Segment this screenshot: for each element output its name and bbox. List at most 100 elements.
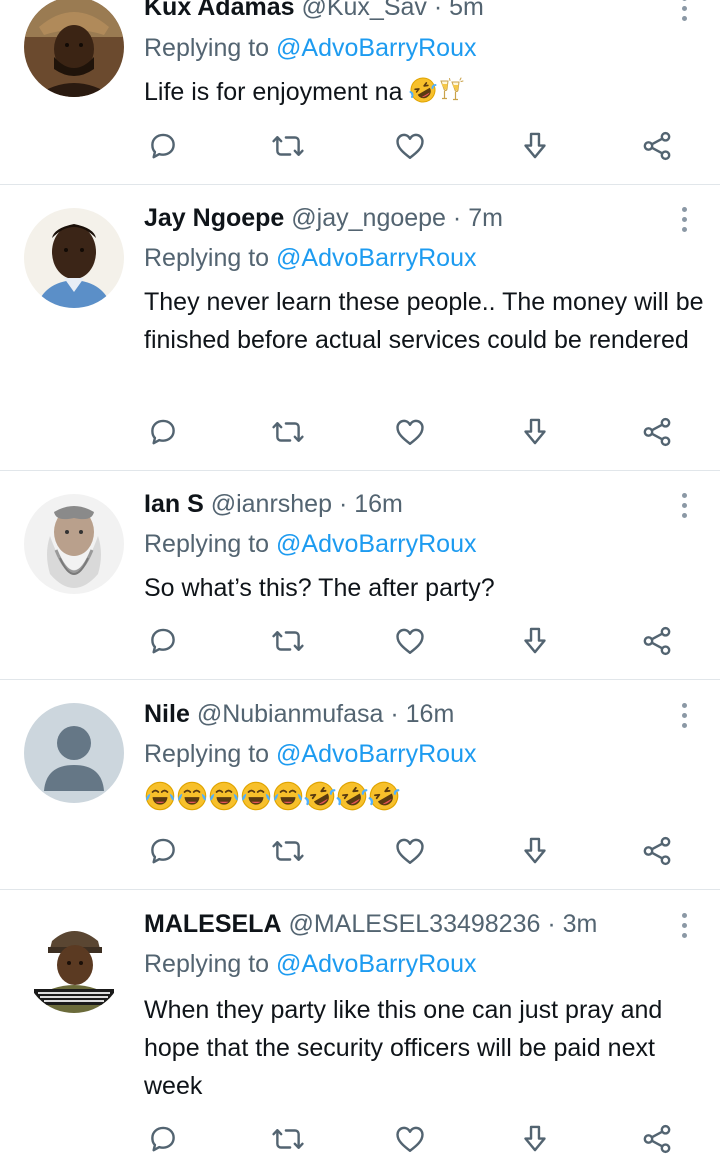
timestamp[interactable]: 3m [563, 910, 598, 938]
share-icon[interactable] [640, 1122, 674, 1156]
replying-to: Replying to @AdvoBarryRoux [144, 33, 476, 63]
avatar[interactable] [24, 0, 124, 97]
timestamp[interactable]: 5m [449, 0, 484, 21]
more-options-icon[interactable] [680, 493, 688, 521]
rolling-on-floor-laughing-emoji [304, 780, 336, 812]
share-icon[interactable] [640, 415, 674, 449]
action-bar [0, 624, 720, 660]
avatar[interactable] [24, 494, 124, 594]
author-name[interactable]: Kux Adamas [144, 0, 295, 21]
share-icon[interactable] [640, 129, 674, 163]
reply-icon[interactable] [146, 129, 180, 163]
download-icon[interactable] [518, 415, 552, 449]
tweet-header: Ian S @ianrshep · 16m [144, 489, 403, 519]
face-with-tears-of-joy-emoji [176, 780, 208, 812]
separator-dot: · [547, 910, 556, 938]
author-handle[interactable]: @Kux_Sav [301, 0, 426, 21]
action-bar [0, 129, 720, 165]
face-with-tears-of-joy-emoji [144, 780, 176, 812]
download-icon[interactable] [518, 129, 552, 163]
more-options-icon[interactable] [680, 703, 688, 731]
author-handle[interactable]: @jay_ngoepe [291, 204, 446, 232]
author-name[interactable]: Jay Ngoepe [144, 204, 284, 232]
separator-dot: · [452, 204, 462, 232]
tweet-header: Nile @Nubianmufasa · 16m [144, 699, 454, 729]
separator-dot: · [338, 490, 348, 518]
like-icon[interactable] [393, 129, 427, 163]
tweet-4[interactable]: Nile @Nubianmufasa · 16m Replying to @Ad… [0, 680, 720, 889]
action-bar [0, 1122, 720, 1158]
retweet-icon[interactable] [271, 834, 305, 868]
more-options-icon[interactable] [680, 0, 688, 24]
tweet-3[interactable]: Ian S @ianrshep · 16m Replying to @AdvoB… [0, 471, 720, 679]
rolling-on-floor-laughing-emoji [409, 76, 437, 104]
timestamp[interactable]: 16m [354, 490, 403, 518]
rolling-on-floor-laughing-emoji [336, 780, 368, 812]
like-icon[interactable] [393, 834, 427, 868]
replying-to-label: Replying to [144, 34, 270, 62]
action-bar [0, 834, 720, 870]
avatar[interactable] [24, 703, 124, 803]
download-icon[interactable] [518, 834, 552, 868]
author-handle[interactable]: @Nubianmufasa [197, 700, 384, 728]
replying-to: Replying to @AdvoBarryRoux [144, 949, 476, 979]
replying-to: Replying to @AdvoBarryRoux [144, 739, 476, 769]
author-handle[interactable]: @MALESEL33498236 [288, 910, 540, 938]
tweet-text: They never learn these people.. The mone… [144, 288, 704, 354]
like-icon[interactable] [393, 1122, 427, 1156]
download-icon[interactable] [518, 624, 552, 658]
tweet-text: When they party like this one can just p… [144, 996, 663, 1100]
mention-link[interactable]: @AdvoBarryRoux [276, 34, 476, 62]
mention-link[interactable]: @AdvoBarryRoux [276, 244, 476, 272]
tweet-header: MALESELA @MALESEL33498236 · 3m [144, 909, 597, 939]
face-with-tears-of-joy-emoji [208, 780, 240, 812]
tweet-text: So what’s this? The after party? [144, 574, 495, 602]
tweet-2[interactable]: Jay Ngoepe @jay_ngoepe · 7m Replying to … [0, 185, 720, 470]
reply-icon[interactable] [146, 834, 180, 868]
rolling-on-floor-laughing-emoji [368, 780, 400, 812]
mention-link[interactable]: @AdvoBarryRoux [276, 530, 476, 558]
replying-to: Replying to @AdvoBarryRoux [144, 529, 476, 559]
retweet-icon[interactable] [271, 415, 305, 449]
more-options-icon[interactable] [680, 913, 688, 941]
retweet-icon[interactable] [271, 1122, 305, 1156]
tweet-text-content: Life is for enjoyment na [144, 78, 403, 106]
replying-to-label: Replying to [144, 530, 270, 558]
reply-icon[interactable] [146, 624, 180, 658]
like-icon[interactable] [393, 624, 427, 658]
author-name[interactable]: Nile [144, 700, 190, 728]
replying-to-label: Replying to [144, 244, 270, 272]
face-with-tears-of-joy-emoji [240, 780, 272, 812]
replying-to-label: Replying to [144, 950, 270, 978]
tweet-header: Jay Ngoepe @jay_ngoepe · 7m [144, 203, 503, 233]
tweet-1[interactable]: Kux Adamas @Kux_Sav · 5m Replying to @Ad… [0, 0, 720, 184]
download-icon[interactable] [518, 1122, 552, 1156]
clinking-glasses-emoji [437, 76, 465, 104]
like-icon[interactable] [393, 415, 427, 449]
avatar[interactable] [24, 208, 124, 308]
author-handle[interactable]: @ianrshep [211, 490, 332, 518]
face-with-tears-of-joy-emoji [272, 780, 304, 812]
share-icon[interactable] [640, 834, 674, 868]
tweet-text [144, 780, 704, 819]
replying-to: Replying to @AdvoBarryRoux [144, 243, 476, 273]
reply-icon[interactable] [146, 415, 180, 449]
replying-to-label: Replying to [144, 740, 270, 768]
timestamp[interactable]: 7m [468, 204, 503, 232]
separator-dot: · [390, 700, 399, 728]
separator-dot: · [433, 0, 443, 21]
reply-icon[interactable] [146, 1122, 180, 1156]
tweet-header: Kux Adamas @Kux_Sav · 5m [144, 0, 484, 22]
timestamp[interactable]: 16m [406, 700, 455, 728]
mention-link[interactable]: @AdvoBarryRoux [276, 740, 476, 768]
retweet-icon[interactable] [271, 624, 305, 658]
author-name[interactable]: Ian S [144, 490, 204, 518]
retweet-icon[interactable] [271, 129, 305, 163]
author-name[interactable]: MALESELA [144, 910, 282, 938]
tweet-5[interactable]: MALESELA @MALESEL33498236 · 3m Replying … [0, 890, 720, 1170]
more-options-icon[interactable] [680, 207, 688, 235]
avatar[interactable] [24, 913, 124, 1013]
share-icon[interactable] [640, 624, 674, 658]
mention-link[interactable]: @AdvoBarryRoux [276, 950, 476, 978]
action-bar [0, 415, 720, 451]
